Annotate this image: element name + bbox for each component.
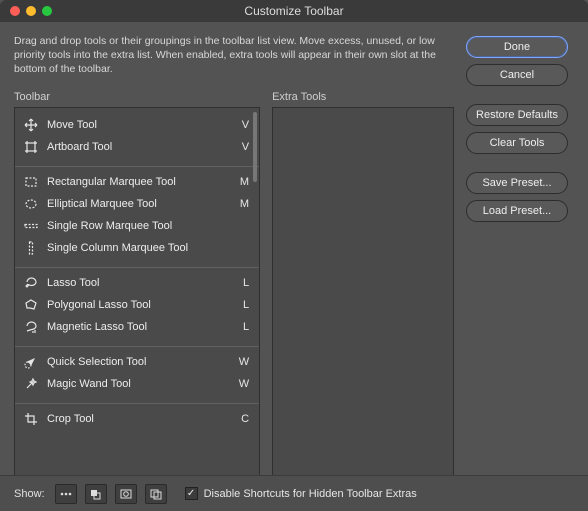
crop-icon (23, 411, 39, 427)
extra-tools-list[interactable] (272, 107, 454, 497)
tool-shortcut: M (235, 198, 249, 210)
tool-name: Polygonal Lasso Tool (47, 299, 227, 311)
tool-shortcut: W (235, 378, 249, 390)
show-quickmask-toggle[interactable] (115, 484, 137, 504)
tool-shortcut: L (235, 299, 249, 311)
toolbar-list[interactable]: Move Tool V Artboard Tool V Rectangular Marq… (14, 107, 260, 497)
tool-shortcut: V (235, 119, 249, 131)
tool-name: Crop Tool (47, 413, 227, 425)
window-title: Customize Toolbar (0, 4, 588, 18)
mag-lasso-icon (23, 319, 39, 335)
tool-row[interactable]: Single Column Marquee Tool (15, 237, 259, 259)
move-icon (23, 117, 39, 133)
scrollbar[interactable] (253, 112, 257, 182)
show-screenmode-toggle[interactable] (145, 484, 167, 504)
restore-defaults-button[interactable]: Restore Defaults (466, 104, 568, 126)
tool-row[interactable]: Single Row Marquee Tool (15, 215, 259, 237)
instructions-text: Drag and drop tools or their groupings i… (14, 34, 454, 77)
load-preset-button[interactable]: Load Preset... (466, 200, 568, 222)
ellipse-marquee-icon (23, 196, 39, 212)
tool-name: Magnetic Lasso Tool (47, 321, 227, 333)
extra-column-label: Extra Tools (272, 91, 454, 103)
show-ellipsis-toggle[interactable] (55, 484, 77, 504)
tool-name: Single Row Marquee Tool (47, 220, 227, 232)
sidebar-buttons: Done Cancel Restore Defaults Clear Tools… (466, 34, 574, 497)
footer: Show: ✓ Disable Shortcuts for Hidden Too… (0, 475, 588, 511)
tool-row[interactable]: Artboard Tool V (15, 136, 259, 158)
tool-shortcut: L (235, 321, 249, 333)
done-button[interactable]: Done (466, 36, 568, 58)
tool-name: Move Tool (47, 119, 227, 131)
show-foreground-toggle[interactable] (85, 484, 107, 504)
tool-name: Rectangular Marquee Tool (47, 176, 227, 188)
wand-icon (23, 376, 39, 392)
tool-shortcut: L (235, 277, 249, 289)
tool-shortcut: W (235, 356, 249, 368)
tool-group[interactable]: Crop Tool C (15, 403, 259, 436)
tool-group[interactable]: Rectangular Marquee ToolMElliptical Marq… (15, 166, 259, 265)
titlebar: Customize Toolbar (0, 0, 588, 22)
toolbar-column-label: Toolbar (14, 91, 260, 103)
tool-name: Magic Wand Tool (47, 378, 227, 390)
tool-name: Quick Selection Tool (47, 356, 227, 368)
tool-shortcut: M (235, 176, 249, 188)
tool-name: Single Column Marquee Tool (47, 242, 227, 254)
artboard-icon (23, 139, 39, 155)
tool-group[interactable]: Quick Selection Tool W Magic Wand Tool W (15, 346, 259, 401)
tool-group[interactable]: Move Tool V Artboard Tool V (15, 110, 259, 164)
tool-name: Artboard Tool (47, 141, 227, 153)
poly-lasso-icon (23, 297, 39, 313)
rect-marquee-icon (23, 174, 39, 190)
checkbox-icon: ✓ (185, 487, 198, 500)
tool-name: Elliptical Marquee Tool (47, 198, 227, 210)
tool-row[interactable]: Lasso Tool L (15, 272, 259, 294)
row-marquee-icon (23, 218, 39, 234)
tool-row[interactable]: Move Tool V (15, 114, 259, 136)
disable-shortcuts-checkbox[interactable]: ✓ Disable Shortcuts for Hidden Toolbar E… (185, 487, 417, 500)
clear-tools-button[interactable]: Clear Tools (466, 132, 568, 154)
tool-row[interactable]: Rectangular Marquee Tool M (15, 171, 259, 193)
tool-row[interactable]: Magnetic Lasso Tool L (15, 316, 259, 338)
tool-row[interactable]: Elliptical Marquee Tool M (15, 193, 259, 215)
lasso-icon (23, 275, 39, 291)
col-marquee-icon (23, 240, 39, 256)
tool-shortcut: V (235, 141, 249, 153)
tool-row[interactable]: Quick Selection Tool W (15, 351, 259, 373)
cancel-button[interactable]: Cancel (466, 64, 568, 86)
tool-group[interactable]: Lasso ToolLPolygonal Lasso ToolLMagnetic… (15, 267, 259, 344)
tool-row[interactable]: Polygonal Lasso Tool L (15, 294, 259, 316)
quick-sel-icon (23, 354, 39, 370)
tool-shortcut: C (235, 413, 249, 425)
tool-name: Lasso Tool (47, 277, 227, 289)
checkbox-label: Disable Shortcuts for Hidden Toolbar Ext… (204, 488, 417, 500)
tool-row[interactable]: Magic Wand Tool W (15, 373, 259, 395)
show-label: Show: (14, 488, 45, 500)
tool-row[interactable]: Crop Tool C (15, 408, 259, 430)
save-preset-button[interactable]: Save Preset... (466, 172, 568, 194)
